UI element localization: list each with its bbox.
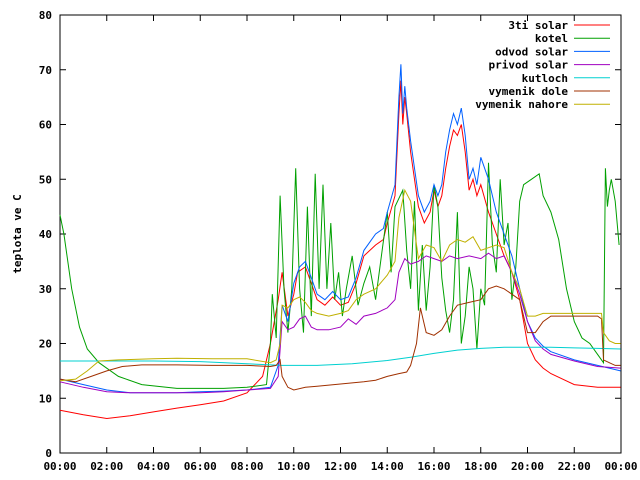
y-tick-label: 10 — [39, 392, 52, 405]
y-tick-label: 50 — [39, 173, 52, 186]
legend-label: privod solar — [489, 59, 569, 72]
y-tick-label: 20 — [39, 338, 52, 351]
x-tick-label: 16:00 — [417, 460, 450, 473]
legend: 3ti solarkotelodvod solarprivod solarkut… — [475, 19, 610, 111]
y-tick-label: 70 — [39, 64, 52, 77]
x-tick-label: 20:00 — [511, 460, 544, 473]
legend-label: kutloch — [522, 72, 568, 85]
x-tick-label: 08:00 — [230, 460, 263, 473]
x-tick-label: 12:00 — [324, 460, 357, 473]
series-lines — [59, 64, 621, 420]
x-tick-label: 14:00 — [371, 460, 404, 473]
x-tick-label: 00:00 — [604, 460, 637, 473]
legend-label: odvod solar — [495, 45, 568, 58]
y-tick-label: 60 — [39, 119, 52, 132]
line-chart: 0 10 20 30 40 50 60 70 80 00:00 02:00 04:00 06:00 08:… — [11, 9, 638, 473]
y-tick-label: 80 — [39, 9, 52, 22]
y-tick-label: 40 — [39, 228, 52, 241]
series-line-5 — [60, 346, 621, 366]
x-tick-label: 04:00 — [137, 460, 170, 473]
series-line-1 — [59, 80, 621, 420]
x-tick-label: 10:00 — [277, 460, 310, 473]
x-tick-label: 22:00 — [558, 460, 591, 473]
x-tick-label: 06:00 — [184, 460, 217, 473]
series-line-4 — [59, 252, 621, 394]
y-axis-title: teplota ve C — [11, 194, 24, 273]
series-line-7 — [59, 188, 621, 382]
series-line-2 — [59, 162, 620, 389]
series-line-6 — [59, 285, 621, 391]
legend-label: kotel — [535, 32, 568, 45]
x-tick-label: 02:00 — [90, 460, 123, 473]
legend-label: vymenik dole — [489, 85, 569, 98]
legend-label: 3ti solar — [508, 19, 568, 32]
x-tick-label: 18:00 — [464, 460, 497, 473]
y-tick-label: 30 — [39, 283, 52, 296]
y-tick-label: 0 — [45, 447, 52, 460]
legend-label: vymenik nahore — [475, 98, 568, 111]
series-line-3 — [59, 64, 621, 394]
x-tick-label: 00:00 — [43, 460, 76, 473]
